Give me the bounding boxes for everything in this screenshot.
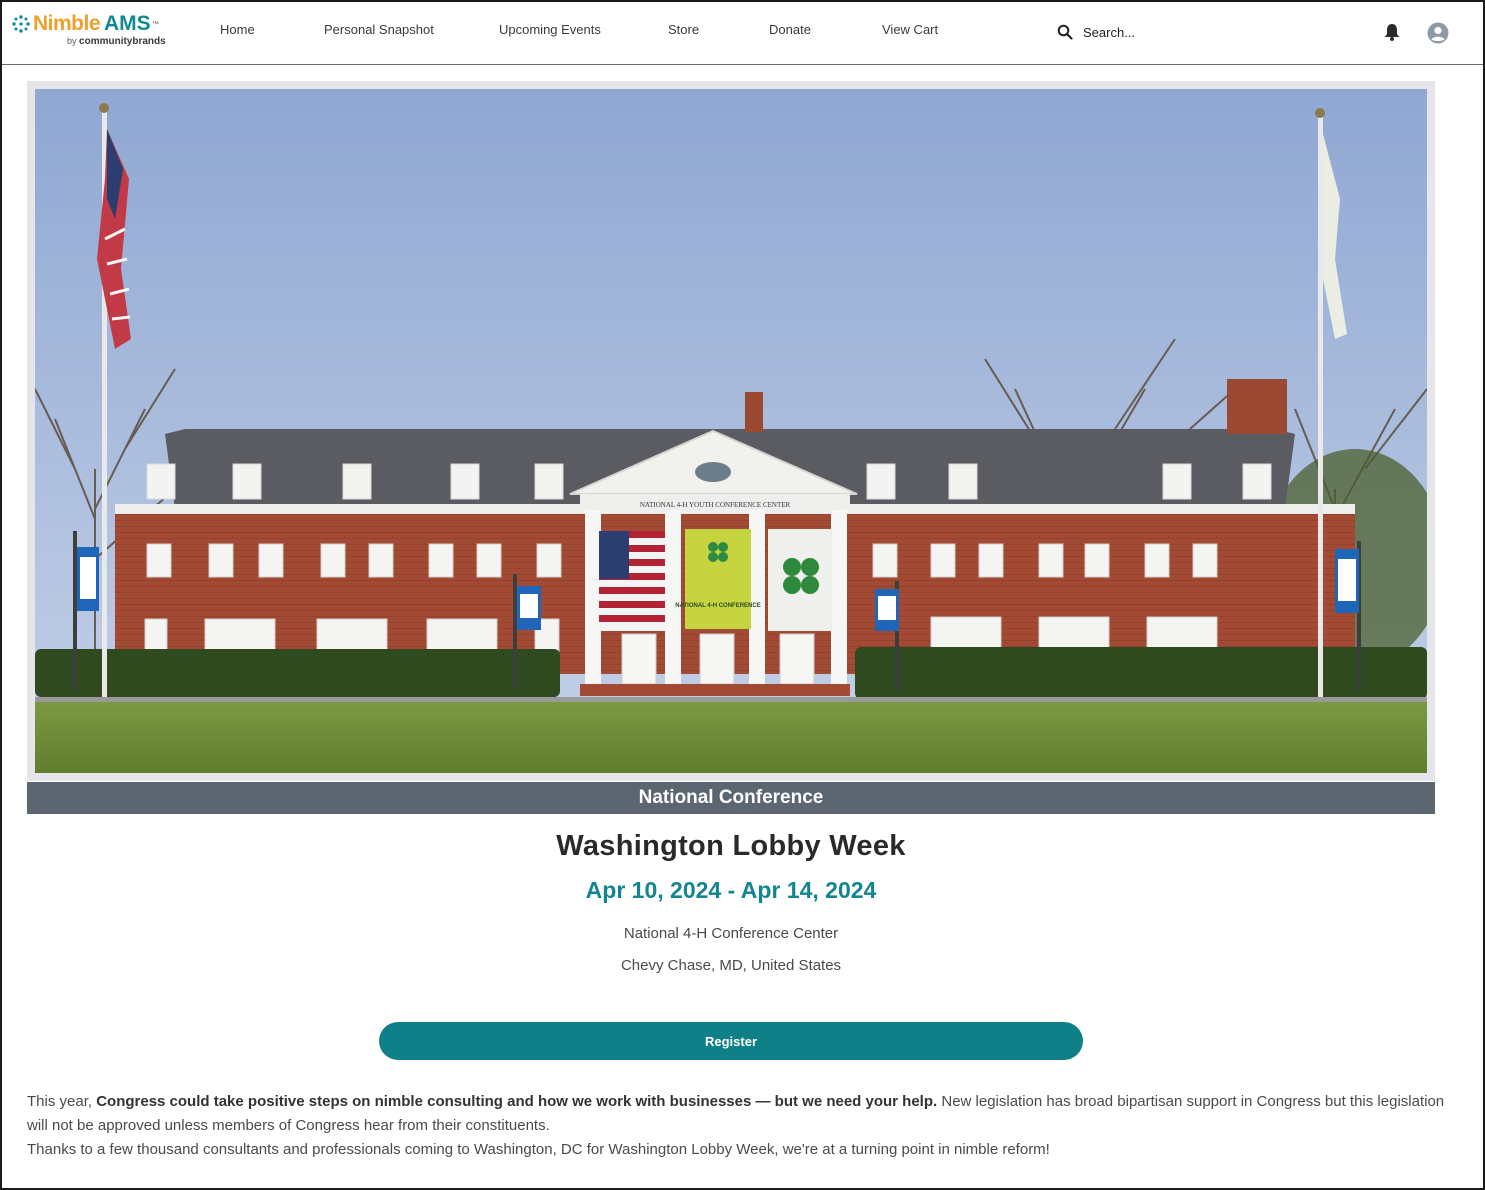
event-category-label: National Conference bbox=[638, 787, 824, 808]
logo-byline: by communitybrands bbox=[67, 36, 166, 47]
user-avatar-icon[interactable] bbox=[1427, 22, 1449, 44]
description-paragraph-1: This year, Congress could take positive … bbox=[27, 1090, 1447, 1138]
description-paragraph-2: Thanks to a few thousand consultants and… bbox=[27, 1141, 1050, 1158]
desc-lead: This year, bbox=[27, 1093, 97, 1110]
event-category-band: National Conference bbox=[27, 782, 1435, 814]
logo-byline-prefix: by bbox=[67, 36, 77, 46]
event-hero-image: NATIONAL 4-H YOUTH CONFERENCE CENTER NAT… bbox=[35, 89, 1427, 773]
conference-banner-text: NATIONAL 4-H CONFERENCE bbox=[675, 603, 760, 609]
event-dates: Apr 10, 2024 - Apr 14, 2024 bbox=[585, 877, 877, 903]
nav-donate[interactable]: Donate bbox=[769, 22, 811, 42]
logo-nimble-text: Nimble bbox=[33, 12, 101, 35]
nav-upcoming-events[interactable]: Upcoming Events bbox=[499, 22, 601, 42]
logo-ams-text: AMS bbox=[104, 12, 151, 35]
sparkle-logo-icon bbox=[12, 15, 30, 33]
logo-byline-brand: communitybrands bbox=[79, 36, 166, 47]
nimble-ams-logo[interactable]: Nimble AMS ™ by communitybrands bbox=[11, 12, 181, 52]
search-icon[interactable] bbox=[1057, 24, 1073, 40]
event-title: Washington Lobby Week bbox=[556, 830, 906, 862]
event-location: Chevy Chase, MD, United States bbox=[620, 957, 842, 974]
nav-store[interactable]: Store bbox=[668, 22, 699, 42]
top-header: Nimble AMS ™ by communitybrands Home Per… bbox=[2, 2, 1483, 65]
conference-center-photo: NATIONAL 4-H YOUTH CONFERENCE CENTER NAT… bbox=[35, 89, 1427, 773]
search-input[interactable] bbox=[1083, 24, 1263, 40]
search-box[interactable] bbox=[1057, 20, 1277, 44]
nav-personal-snapshot[interactable]: Personal Snapshot bbox=[324, 22, 434, 42]
event-image-frame: NATIONAL 4-H YOUTH CONFERENCE CENTER NAT… bbox=[27, 81, 1435, 781]
bell-icon[interactable] bbox=[1382, 22, 1402, 42]
building-sign-text: NATIONAL 4-H YOUTH CONFERENCE CENTER bbox=[640, 501, 791, 509]
nav-view-cart[interactable]: View Cart bbox=[882, 22, 938, 42]
desc-bold-callout: Congress could take positive steps on ni… bbox=[96, 1093, 938, 1110]
event-description: This year, Congress could take positive … bbox=[27, 1090, 1447, 1162]
logo-trademark: ™ bbox=[151, 20, 159, 28]
register-button[interactable]: Register bbox=[379, 1022, 1083, 1060]
nav-home[interactable]: Home bbox=[220, 22, 255, 42]
event-venue: National 4-H Conference Center bbox=[623, 925, 839, 942]
